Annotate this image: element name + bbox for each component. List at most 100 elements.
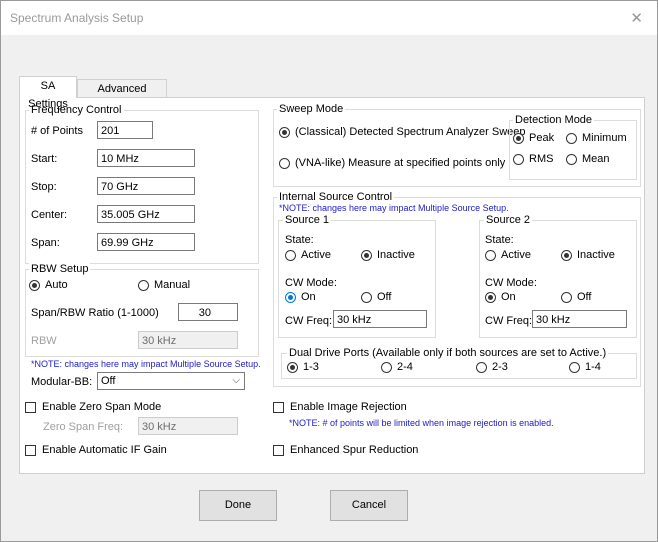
radio-empty-icon [569,361,580,373]
source2-active-radio[interactable]: Active [485,249,531,261]
span-label: Span: [31,237,60,249]
classical-sweep-label: (Classical) Detected Spectrum Analyzer S… [295,126,526,138]
spur-reduction-checkbox[interactable]: Enhanced Spur Reduction [273,444,418,456]
source2-on-label: On [501,291,516,303]
source1-active-label: Active [301,249,331,261]
radio-selected-icon [513,132,524,144]
classical-sweep-radio[interactable]: (Classical) Detected Spectrum Analyzer S… [279,126,525,138]
source2-inactive-label: Inactive [577,249,615,261]
source1-inactive-label: Inactive [377,249,415,261]
dual-drive-1-4-label: 1-4 [585,361,601,373]
source1-on-label: On [301,291,316,303]
source2-inactive-radio[interactable]: Inactive [561,249,615,261]
dual-drive-2-3-radio[interactable]: 2-3 [476,361,508,373]
source1-cw-freq-input[interactable]: 30 kHz [333,310,427,328]
image-rejection-checkbox[interactable]: Enable Image Rejection [273,401,407,413]
radio-empty-icon [285,249,296,261]
source2-title: Source 2 [484,214,533,226]
center-input[interactable]: 35.005 GHz [97,205,195,223]
detection-mean-radio[interactable]: Mean [566,153,610,165]
rbw-auto-label: Auto [45,279,68,291]
source2-cw-freq-input[interactable]: 30 kHz [532,310,627,328]
detection-peak-label: Peak [529,132,555,144]
image-rejection-label: Enable Image Rejection [290,401,407,413]
radio-empty-icon [381,361,392,373]
dual-drive-2-4-radio[interactable]: 2-4 [381,361,413,373]
chevron-down-icon: ⌵ [232,375,240,386]
center-label: Center: [31,209,68,221]
radio-empty-icon [561,291,572,303]
source1-on-radio[interactable]: On [285,291,316,303]
modular-label: Modular-BB: [31,376,93,388]
window-title: Spectrum Analysis Setup [10,11,144,25]
dual-drive-2-3-label: 2-3 [492,361,508,373]
checkbox-icon [273,444,284,456]
rbw-input: 30 kHz [138,331,238,349]
dual-drive-1-3-radio[interactable]: 1-3 [287,361,319,373]
image-rejection-note: *NOTE: # of points will be limited when … [289,418,554,428]
detection-rms-radio[interactable]: RMS [513,153,553,165]
vna-sweep-radio[interactable]: (VNA-like) Measure at specified points o… [279,157,505,169]
dual-drive-1-3-label: 1-3 [303,361,319,373]
zero-span-freq-input: 30 kHz [138,417,238,435]
source2-cw-mode-label: CW Mode: [485,277,537,289]
source1-cw-mode-label: CW Mode: [285,277,337,289]
source2-off-label: Off [577,291,592,303]
source2-off-radio[interactable]: Off [561,291,591,303]
radio-empty-icon [566,132,577,144]
source2-on-radio[interactable]: On [485,291,516,303]
detection-mean-label: Mean [582,153,610,165]
points-label: # of Points [31,125,83,137]
radio-selected-icon [361,249,372,261]
detection-minimum-radio[interactable]: Minimum [566,132,627,144]
source-control-title: Internal Source Control [277,191,395,203]
dual-drive-title: Dual Drive Ports (Available only if both… [287,347,609,359]
zero-span-checkbox[interactable]: Enable Zero Span Mode [25,401,161,413]
start-input[interactable]: 10 MHz [97,149,195,167]
zero-span-label: Enable Zero Span Mode [42,401,162,413]
rbw-manual-radio[interactable]: Manual [138,279,190,291]
source1-inactive-radio[interactable]: Inactive [361,249,415,261]
stop-label: Stop: [31,181,57,193]
rbw-auto-radio[interactable]: Auto [29,279,68,291]
modular-note: *NOTE: changes here may impact Multiple … [31,359,261,369]
close-icon[interactable]: ✕ [630,9,643,27]
source2-cw-freq-label: CW Freq: [485,315,533,327]
dual-drive-1-4-radio[interactable]: 1-4 [569,361,601,373]
source-control-note: *NOTE: changes here may impact Multiple … [279,203,509,213]
title-bar: Spectrum Analysis Setup ✕ [1,1,657,35]
modular-bb-value: Off [101,375,116,387]
stop-input[interactable]: 70 GHz [97,177,195,195]
detection-rms-label: RMS [529,153,554,165]
cancel-button[interactable]: Cancel [330,490,408,521]
radio-empty-icon [476,361,487,373]
radio-selected-icon [29,279,40,291]
radio-selected-icon [285,291,296,303]
checkbox-icon [273,401,284,413]
ratio-label: Span/RBW Ratio (1-1000) [31,307,159,319]
span-input[interactable]: 69.99 GHz [97,233,195,251]
checkbox-icon [25,444,36,456]
detection-peak-radio[interactable]: Peak [513,132,554,144]
detection-mode-group [509,120,637,180]
radio-empty-icon [279,157,290,169]
radio-empty-icon [513,153,524,165]
tab-advanced-controls[interactable]: Advanced Controls [77,79,167,113]
rbw-manual-label: Manual [154,279,191,291]
modular-bb-select[interactable]: Off ⌵ [97,372,245,390]
radio-empty-icon [566,153,577,165]
radio-selected-icon [561,249,572,261]
ratio-input[interactable]: 30 [178,303,238,321]
points-input[interactable]: 201 [97,121,153,139]
tab-sa-settings[interactable]: SA Settings [19,76,77,110]
radio-selected-icon [485,291,496,303]
radio-empty-icon [361,291,372,303]
tab-sa-settings-label: SA Settings [28,80,68,110]
source2-state-label: State: [485,234,514,246]
dialog-window: Spectrum Analysis Setup ✕ SA Settings Ad… [0,0,658,542]
done-button[interactable]: Done [199,490,277,521]
source1-active-radio[interactable]: Active [285,249,331,261]
auto-if-gain-checkbox[interactable]: Enable Automatic IF Gain [25,444,167,456]
zero-span-freq-label: Zero Span Freq: [43,421,124,433]
source1-off-radio[interactable]: Off [361,291,391,303]
